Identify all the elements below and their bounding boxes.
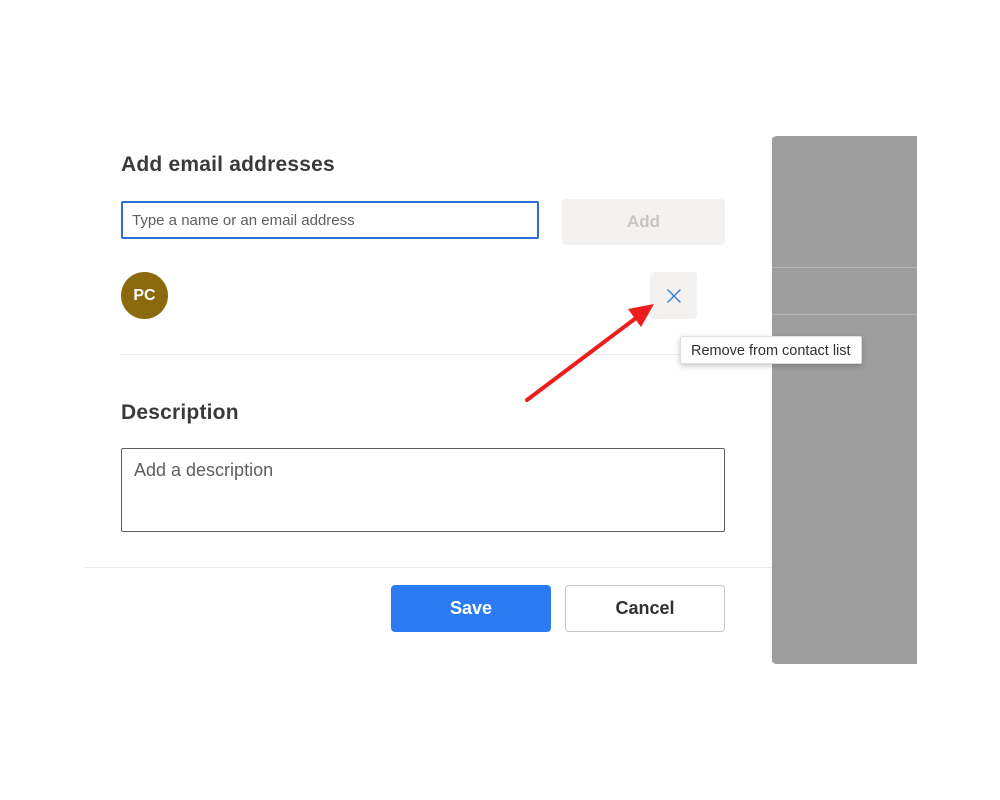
remove-tooltip: Remove from contact list [680,336,862,364]
background-overlay [771,136,917,664]
save-button[interactable]: Save [391,585,551,632]
background-divider [771,267,917,268]
description-section-title: Description [121,401,239,424]
screenshot-stage: Add email addresses Add PC Description S… [0,0,1000,800]
close-icon [666,288,681,303]
contact-avatar: PC [121,272,168,319]
email-section-title: Add email addresses [121,153,335,176]
background-divider [771,314,917,315]
email-search-input[interactable] [121,201,539,239]
edit-contact-list-panel: Add email addresses Add PC Description S… [84,136,772,664]
description-textarea[interactable] [121,448,725,532]
remove-contact-button[interactable] [650,272,697,319]
cancel-button[interactable]: Cancel [565,585,725,632]
section-divider [121,354,725,355]
add-button[interactable]: Add [562,199,725,245]
footer-divider [84,567,772,568]
